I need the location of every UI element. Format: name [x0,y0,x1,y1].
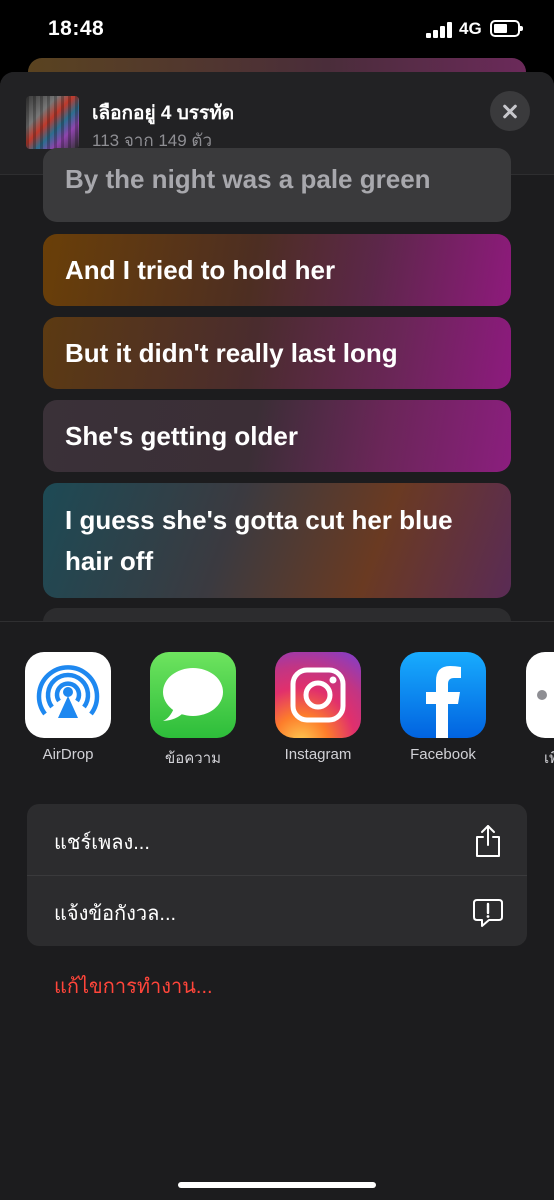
facebook-icon [400,652,486,738]
cellular-signal-icon [426,22,454,38]
selection-title: เลือกอยู่ 4 บรรทัด [92,103,235,124]
messages-icon [150,652,236,738]
airdrop-icon [25,652,111,738]
report-bubble-icon [473,899,503,927]
share-icon [476,825,500,857]
share-app-airdrop[interactable]: AirDrop [25,652,111,763]
lyric-line[interactable]: By the night was a pale green [43,148,511,222]
report-concern-action[interactable]: แจ้งข้อกังวล... [27,875,527,946]
network-type: 4G [459,19,482,38]
lyrics-share-sheet: เลือกอยู่ 4 บรรทัด 113 จาก 149 ตัว By th… [0,72,554,1200]
share-app-instagram[interactable]: Instagram [275,652,361,763]
home-indicator[interactable] [178,1182,376,1188]
lyric-line-selected[interactable]: I guess she's gotta cut her blue hair of… [43,483,511,598]
close-button[interactable] [490,91,530,131]
status-time: 18:48 [48,17,105,40]
edit-actions-link[interactable]: แก้ไขการทำงาน... [54,970,213,1002]
album-artwork [26,96,79,149]
share-app-facebook[interactable]: Facebook [400,652,486,763]
share-app-more[interactable]: เพิ่ [526,652,554,770]
status-bar: 18:48 4G [0,0,554,62]
instagram-icon [275,652,361,738]
lyric-line-selected[interactable]: But it didn't really last long [43,317,511,389]
lyric-line-selected[interactable]: She's getting older [43,400,511,472]
share-song-action[interactable]: แชร์เพลง... [27,804,527,876]
share-app-messages[interactable]: ข้อความ [150,652,236,770]
battery-icon [490,20,523,37]
more-icon [526,652,554,738]
action-list: แชร์เพลง... แจ้งข้อกังวล... [27,804,527,946]
lyric-line-selected[interactable]: And I tried to hold her [43,234,511,306]
share-panel: AirDrop ข้อความ Instagram Facebook เ แชร… [0,621,554,1200]
